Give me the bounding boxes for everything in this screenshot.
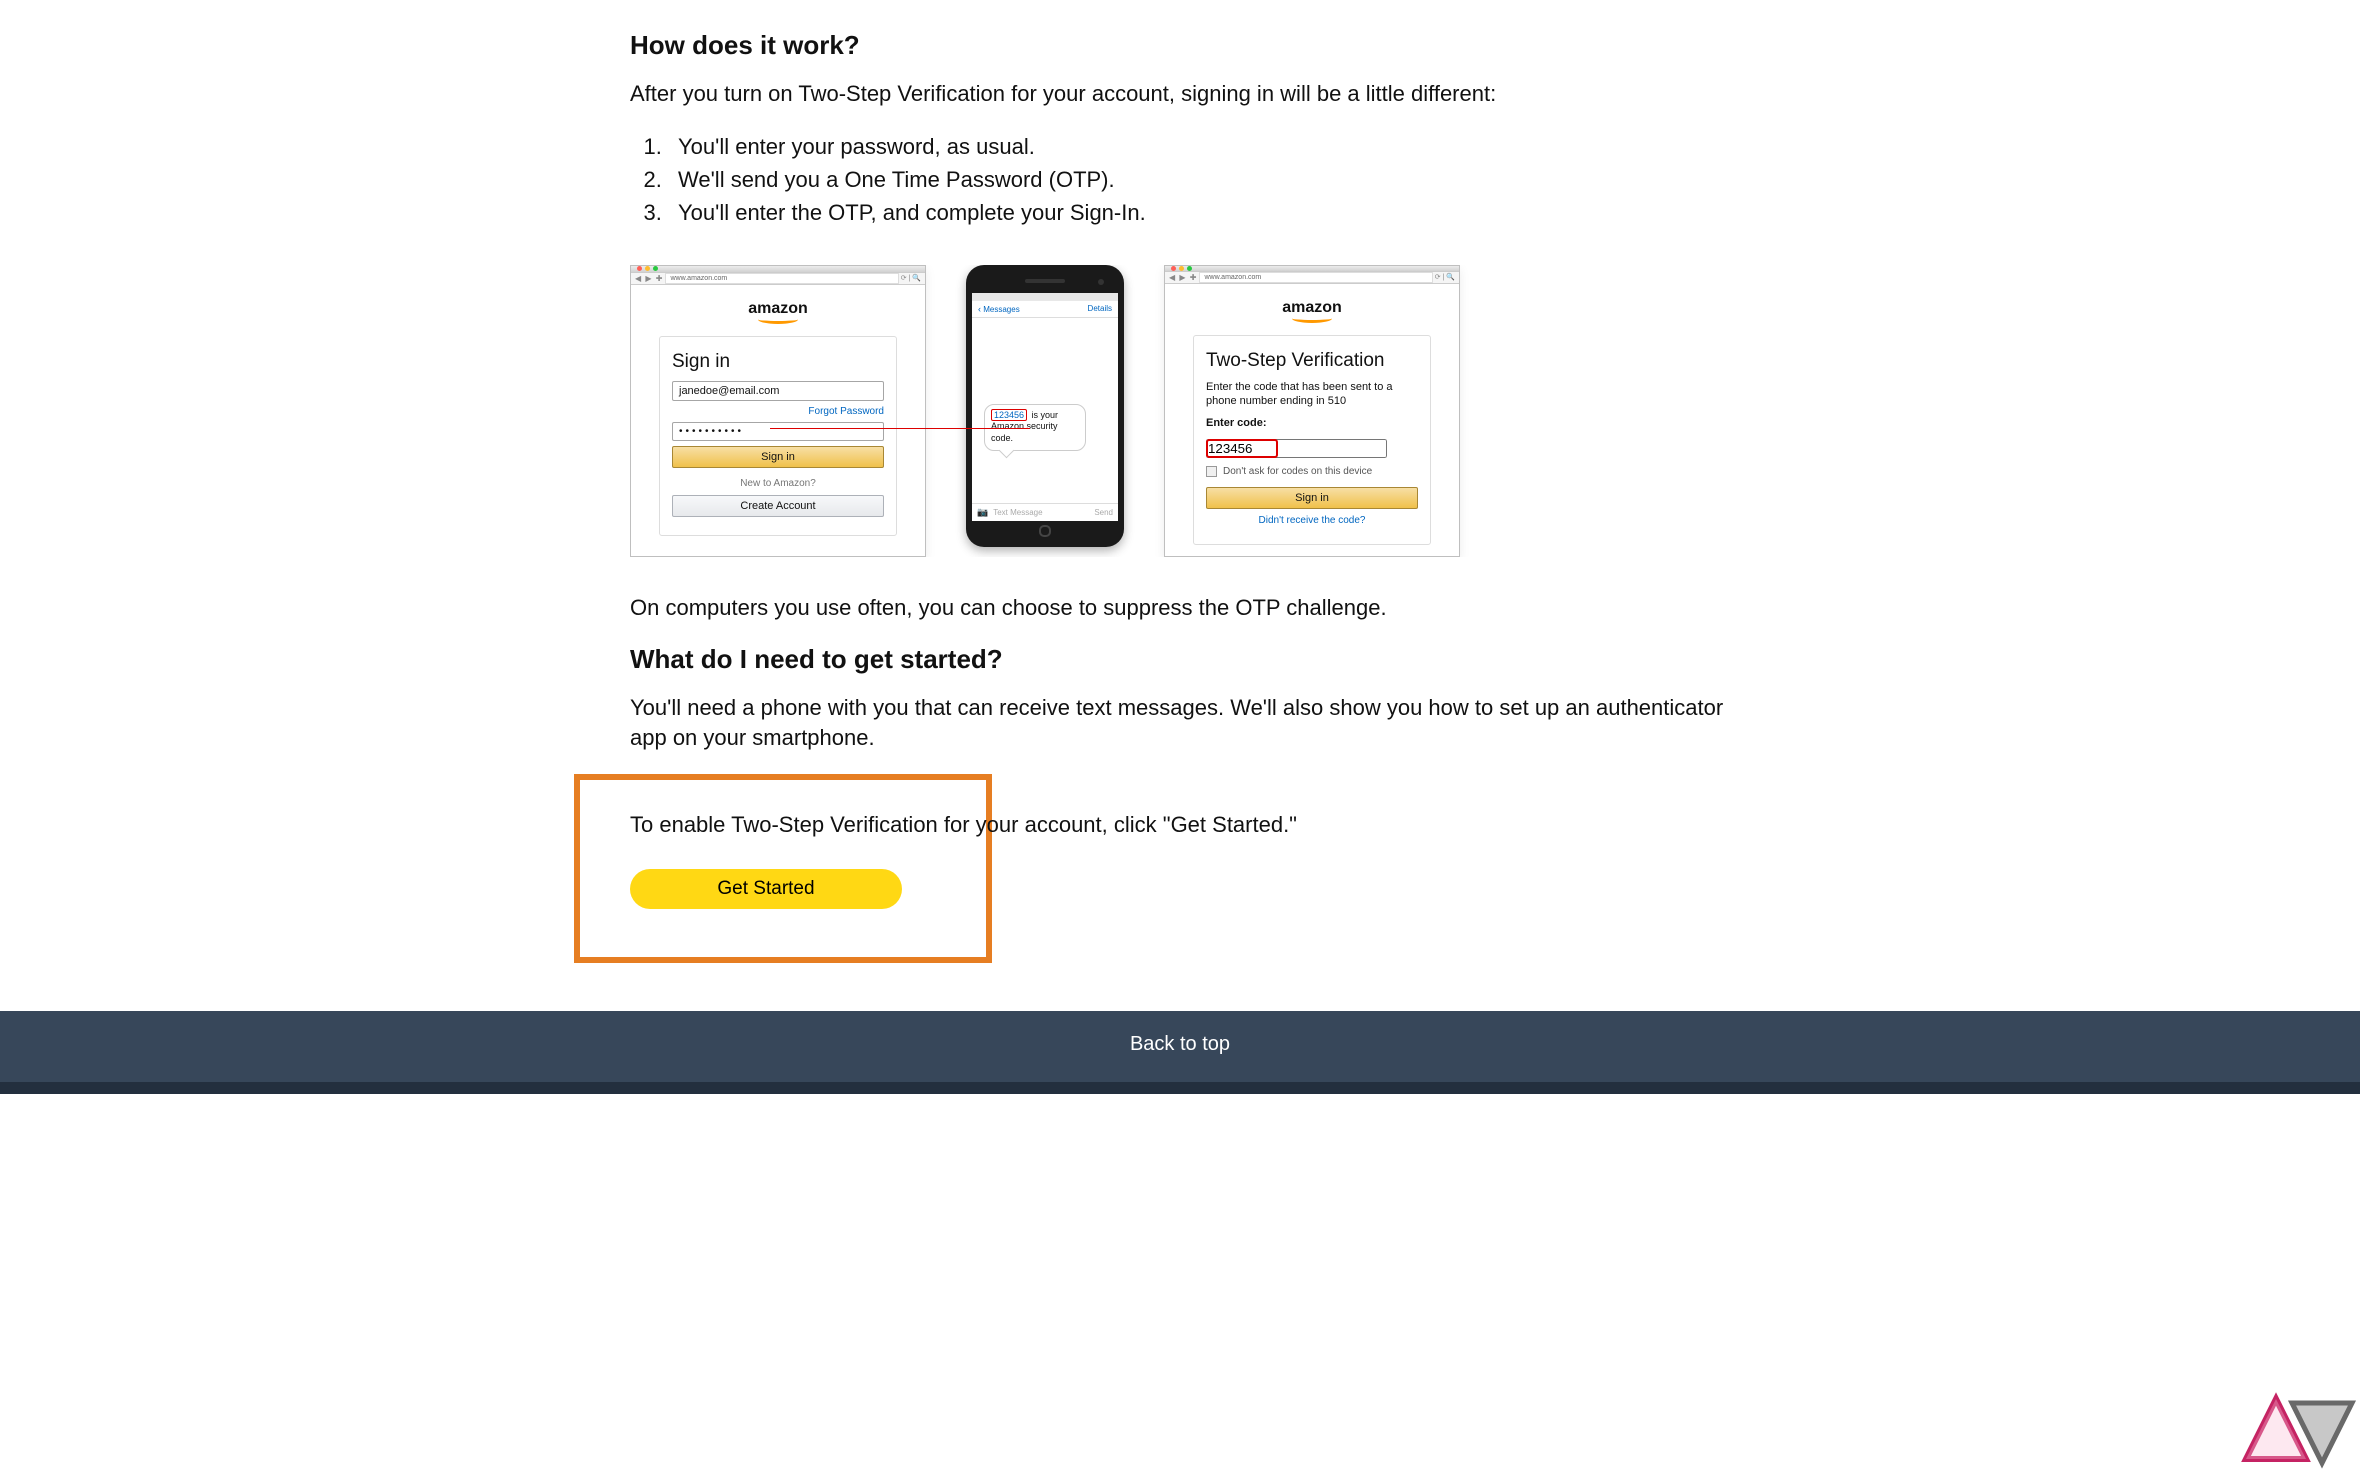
nav-arrows-icon: ◀ ▶ ✚	[635, 274, 663, 283]
minimize-dot-icon	[645, 266, 650, 271]
suppress-text: On computers you use often, you can choo…	[630, 593, 1730, 624]
dont-ask-checkbox: Don't ask for codes on this device	[1206, 466, 1418, 477]
url-text: www.amazon.com	[665, 273, 898, 284]
new-to-amazon-text: New to Amazon?	[672, 478, 884, 489]
twostep-browser-mock: ◀ ▶ ✚ www.amazon.com ⟳ | 🔍 amazon Two-St…	[1164, 265, 1460, 557]
text-message-placeholder: Text Message	[993, 508, 1089, 517]
email-field: janedoe@email.com	[672, 381, 884, 401]
send-label: Send	[1094, 508, 1113, 517]
create-account-button: Create Account	[672, 495, 884, 517]
requirements-text: You'll need a phone with you that can re…	[630, 693, 1730, 755]
illustration-row: ◀ ▶ ✚ www.amazon.com ⟳ | 🔍 amazon Sign i…	[630, 265, 1730, 557]
camera-icon	[1098, 279, 1104, 285]
step-item: You'll enter the OTP, and complete your …	[668, 196, 1730, 229]
forgot-password-link: Forgot Password	[672, 406, 884, 417]
message-input-bar: 📷 Text Message Send	[972, 503, 1118, 521]
connector-line	[770, 428, 1030, 429]
back-button: ‹ Messages	[978, 304, 1020, 314]
address-bar: ◀ ▶ ✚ www.amazon.com ⟳ | 🔍	[1165, 271, 1459, 284]
back-to-top-button[interactable]: Back to top	[0, 1011, 2360, 1094]
phone-mock: ‹ Messages Details 123456 is your Amazon…	[966, 265, 1124, 547]
checkbox-label: Don't ask for codes on this device	[1223, 466, 1372, 477]
details-link: Details	[1088, 304, 1112, 313]
enable-text: To enable Two-Step Verification for your…	[630, 810, 936, 841]
camera-icon: 📷	[977, 507, 988, 518]
step-item: We'll send you a One Time Password (OTP)…	[668, 163, 1730, 196]
how-it-works-heading: How does it work?	[630, 30, 1730, 61]
resend-code-link: Didn't receive the code?	[1206, 515, 1418, 526]
close-dot-icon	[637, 266, 642, 271]
password-field: ••••••••••	[672, 422, 884, 441]
code-input	[1206, 439, 1387, 458]
status-bar	[972, 293, 1118, 301]
home-button-icon	[1039, 525, 1051, 537]
signin-button: Sign in	[1206, 487, 1418, 509]
highlight-box: To enable Two-Step Verification for your…	[574, 774, 992, 963]
get-started-heading: What do I need to get started?	[630, 644, 1730, 675]
reload-icon: ⟳ | 🔍	[1435, 273, 1455, 281]
enter-code-label: Enter code:	[1206, 416, 1418, 430]
amazon-logo: amazon	[748, 300, 808, 324]
address-bar: ◀ ▶ ✚ www.amazon.com ⟳ | 🔍	[631, 272, 925, 285]
amazon-logo: amazon	[1282, 299, 1342, 323]
watermark-logo-icon	[2192, 1379, 2360, 1477]
intro-text: After you turn on Two-Step Verification …	[630, 79, 1730, 110]
signin-browser-mock: ◀ ▶ ✚ www.amazon.com ⟳ | 🔍 amazon Sign i…	[630, 265, 926, 557]
twostep-subtitle: Enter the code that has been sent to a p…	[1206, 380, 1418, 409]
twostep-title: Two-Step Verification	[1206, 350, 1418, 372]
get-started-button[interactable]: Get Started	[630, 869, 902, 909]
signin-button: Sign in	[672, 446, 884, 468]
messages-navbar: ‹ Messages Details	[972, 301, 1118, 318]
signin-title: Sign in	[672, 351, 884, 373]
url-text: www.amazon.com	[1199, 272, 1432, 283]
reload-icon: ⟳ | 🔍	[901, 274, 921, 282]
zoom-dot-icon	[653, 266, 658, 271]
nav-arrows-icon: ◀ ▶ ✚	[1169, 273, 1197, 282]
checkbox-icon	[1206, 466, 1217, 477]
sms-code-highlight: 123456	[991, 409, 1027, 421]
steps-list: You'll enter your password, as usual. We…	[630, 130, 1730, 229]
step-item: You'll enter your password, as usual.	[668, 130, 1730, 163]
